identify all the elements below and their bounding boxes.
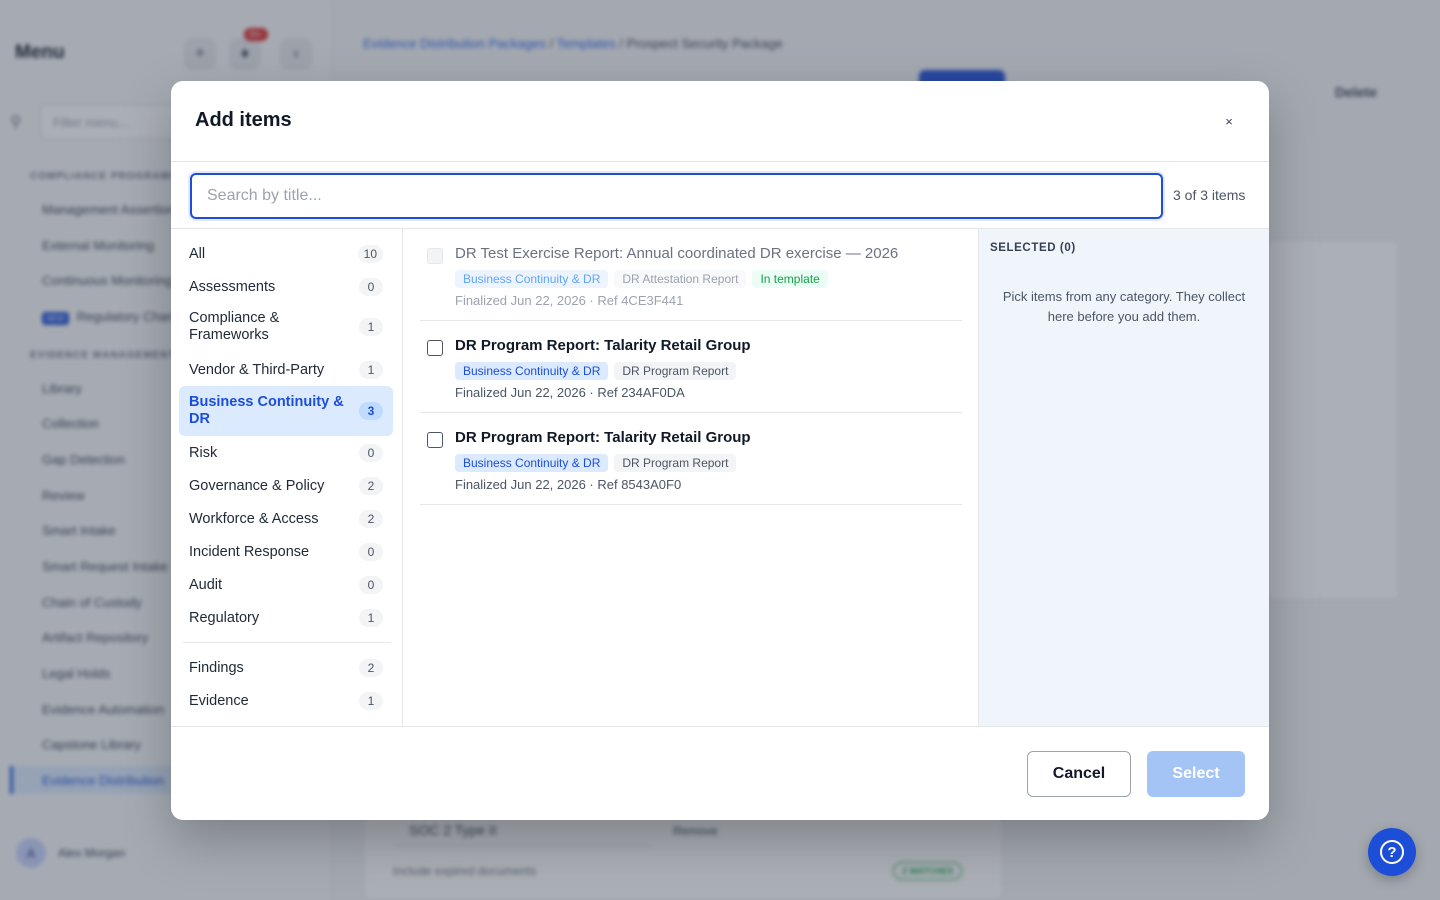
- item-count: 3 of 3 items: [1173, 187, 1246, 203]
- type-tag: DR Attestation Report: [614, 270, 747, 288]
- modal-footer: Cancel Select: [171, 726, 1269, 820]
- selected-heading: SELECTED (0): [990, 242, 1076, 254]
- modal-title: Add items: [195, 109, 292, 131]
- category-risk[interactable]: Risk 0: [179, 440, 393, 466]
- category-label: Governance & Policy: [189, 477, 325, 494]
- item-title: DR Program Report: Talarity Retail Group: [455, 429, 751, 446]
- category-count: 0: [359, 576, 383, 594]
- category-count: 0: [359, 543, 383, 561]
- category-label: Vendor & Third-Party: [189, 361, 325, 378]
- search-row: 3 of 3 items: [171, 162, 1269, 229]
- category-count: 0: [359, 444, 383, 462]
- category-governance[interactable]: Governance & Policy 2: [179, 473, 393, 499]
- help-button[interactable]: ?: [1368, 828, 1416, 876]
- category-count: 3: [359, 402, 383, 420]
- category-findings[interactable]: Findings 2: [179, 655, 393, 681]
- item-meta: Finalized Jun 22, 2026 · Ref 8543A0F0: [455, 477, 682, 492]
- selected-empty-message: Pick items from any category. They colle…: [1002, 289, 1246, 324]
- category-label: Audit: [189, 576, 223, 593]
- category-count: 10: [357, 245, 383, 263]
- select-button[interactable]: Select: [1147, 751, 1245, 797]
- category-evidence[interactable]: Evidence 1: [179, 688, 393, 714]
- item-checkbox: [427, 248, 443, 264]
- help-icon: ?: [1380, 840, 1404, 864]
- item-meta: Finalized Jun 22, 2026 · Ref 234AF0DA: [455, 385, 685, 400]
- close-icon[interactable]: ×: [1217, 109, 1241, 133]
- category-label: Findings: [189, 659, 244, 676]
- category-divider: [183, 642, 391, 643]
- add-items-modal: Add items × 3 of 3 items All10 Assessmen…: [171, 81, 1269, 820]
- item-list: DR Test Exercise Report: Annual coordina…: [404, 229, 978, 726]
- category-label: All: [189, 245, 206, 262]
- item-checkbox[interactable]: [427, 340, 443, 356]
- category-count: 2: [359, 510, 383, 528]
- category-label: Incident Response: [189, 543, 310, 560]
- list-item[interactable]: DR Program Report: Talarity Retail Group…: [420, 413, 962, 505]
- type-tag: DR Program Report: [614, 362, 737, 380]
- selected-panel: SELECTED (0) Pick items from any categor…: [978, 229, 1269, 726]
- modal-body: All 10 Assessments 0 Compliance & Framewor…: [171, 229, 1269, 726]
- list-item: DR Test Exercise Report: Annual coordina…: [420, 229, 962, 321]
- category-vendor[interactable]: Vendor & Third-Party 1: [179, 357, 393, 383]
- category-label: Compliance & Frameworks: [189, 310, 280, 343]
- category-tag: Business Continuity & DR: [455, 454, 609, 472]
- category-assessments[interactable]: Assessments 0: [179, 274, 393, 300]
- item-checkbox[interactable]: [427, 432, 443, 448]
- category-label: Risk: [189, 444, 218, 461]
- category-count: 1: [359, 609, 383, 627]
- category-list: All 10 Assessments 0 Compliance & Framewor…: [171, 229, 403, 726]
- modal-header: Add items ×: [171, 81, 1269, 162]
- category-tag: Business Continuity & DR: [455, 362, 609, 380]
- category-all[interactable]: All 10: [179, 241, 393, 267]
- item-title: DR Program Report: Talarity Retail Group: [455, 337, 751, 354]
- category-label: Workforce & Access: [189, 510, 319, 527]
- item-tags: Business Continuity & DR DR Attestation …: [455, 270, 828, 288]
- search-input[interactable]: [190, 173, 1163, 219]
- category-business-continuity[interactable]: Business Continuity & DR 3: [179, 386, 393, 436]
- category-count: 2: [359, 659, 383, 677]
- category-audit[interactable]: Audit 0: [179, 572, 393, 598]
- category-workforce[interactable]: Workforce & Access 2: [179, 506, 393, 532]
- in-template-badge: In template: [752, 270, 828, 288]
- item-tags: Business Continuity & DR DR Program Repo…: [455, 454, 737, 472]
- category-label: Regulatory: [189, 609, 260, 626]
- category-count: 1: [359, 318, 383, 336]
- category-count: 2: [359, 477, 383, 495]
- category-incident[interactable]: Incident Response 0: [179, 539, 393, 565]
- category-tag: Business Continuity & DR: [455, 270, 609, 288]
- category-label: Evidence: [189, 692, 249, 709]
- category-regulatory[interactable]: Regulatory 1: [179, 605, 393, 631]
- item-tags: Business Continuity & DR DR Program Repo…: [455, 362, 737, 380]
- item-meta: Finalized Jun 22, 2026 · Ref 4CE3F441: [455, 293, 684, 308]
- list-item[interactable]: DR Program Report: Talarity Retail Group…: [420, 321, 962, 413]
- category-count: 1: [359, 361, 383, 379]
- cancel-button[interactable]: Cancel: [1027, 751, 1131, 797]
- category-compliance[interactable]: Compliance & Frameworks 1: [179, 307, 393, 347]
- category-count: 1: [359, 692, 383, 710]
- category-count: 0: [359, 278, 383, 296]
- category-label: Business Continuity & DR: [189, 394, 344, 427]
- category-label: Assessments: [189, 278, 276, 295]
- item-title: DR Test Exercise Report: Annual coordina…: [455, 245, 899, 262]
- type-tag: DR Program Report: [614, 454, 737, 472]
